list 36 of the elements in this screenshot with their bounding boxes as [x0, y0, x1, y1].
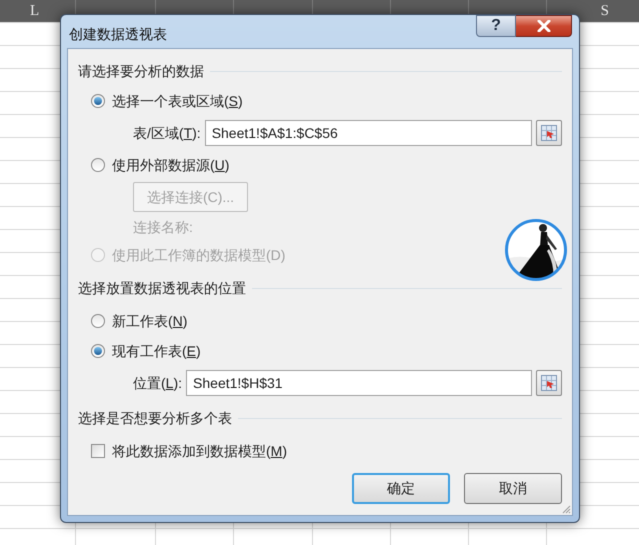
- close-button[interactable]: [516, 15, 572, 37]
- range-picker-icon: [541, 125, 557, 141]
- field-label: 表/区域(T):: [133, 124, 201, 143]
- connection-name-label: 连接名称:: [133, 218, 193, 236]
- help-button[interactable]: ?: [476, 15, 516, 37]
- ok-button[interactable]: 确定: [352, 473, 450, 504]
- checkbox-label: 将此数据添加到数据模型(M): [112, 442, 288, 461]
- radio-label: 使用外部数据源(U): [112, 156, 230, 175]
- radio-option[interactable]: 选择一个表或区域(S): [91, 90, 243, 112]
- radio-button[interactable]: [91, 344, 105, 358]
- cancel-button[interactable]: 取消: [464, 473, 562, 504]
- section-heading: 选择是否想要分析多个表: [78, 408, 232, 428]
- radio-option[interactable]: 新工作表(N): [91, 310, 188, 332]
- radio-button[interactable]: [91, 314, 105, 328]
- radio-option[interactable]: 现有工作表(E): [91, 340, 201, 362]
- range-picker-button[interactable]: [536, 370, 562, 396]
- field-label: 位置(L):: [133, 374, 182, 393]
- window-title: 创建数据透视表: [69, 25, 167, 44]
- radio-label: 现有工作表(E): [112, 342, 201, 361]
- radio-label: 新工作表(N): [112, 312, 188, 331]
- column-header: S: [600, 2, 609, 21]
- close-icon: [536, 20, 550, 32]
- radio-button[interactable]: [91, 158, 105, 172]
- radio-label: 选择一个表或区域(S): [112, 92, 243, 111]
- radio-button[interactable]: [91, 94, 105, 108]
- checkbox[interactable]: [91, 444, 105, 458]
- radio-option[interactable]: 使用外部数据源(U): [91, 154, 230, 176]
- radio-label: 使用此工作簿的数据模型(D): [112, 246, 286, 265]
- column-header: L: [30, 2, 40, 21]
- section-heading: 请选择要分析的数据: [78, 62, 204, 80]
- range-picker-button[interactable]: [536, 120, 562, 146]
- range-picker-icon: [541, 375, 557, 391]
- range-input-field[interactable]: Sheet1!$A$1:$C$56: [204, 120, 532, 146]
- resize-grip-icon: [561, 504, 571, 514]
- range-input-field[interactable]: Sheet1!$H$31: [186, 370, 532, 396]
- section-heading: 选择放置数据透视表的位置: [78, 278, 246, 298]
